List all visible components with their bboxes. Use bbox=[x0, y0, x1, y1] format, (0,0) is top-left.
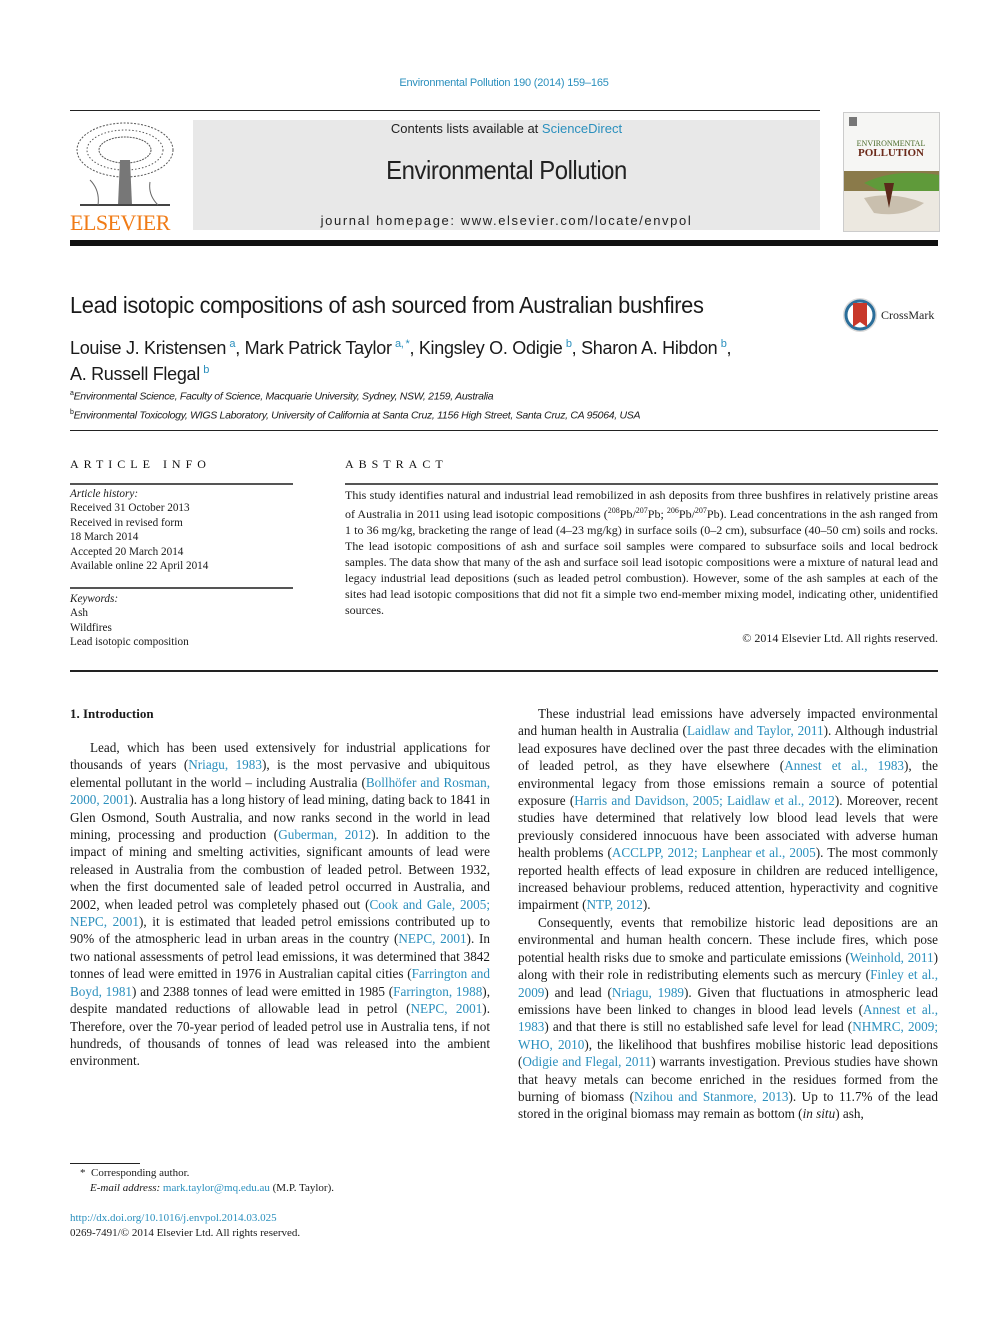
keyword: Wildfires bbox=[70, 621, 112, 634]
corresponding-author-note: Corresponding author. bbox=[91, 1167, 190, 1179]
doi-block: http://dx.doi.org/10.1016/j.envpol.2014.… bbox=[70, 1211, 300, 1241]
citation-link[interactable]: Nriagu, 1983 bbox=[188, 757, 262, 772]
paragraph: Consequently, events that remobilize his… bbox=[518, 914, 939, 1122]
affiliation-text: Environmental Toxicology, WIGS Laborator… bbox=[73, 409, 641, 421]
citation-link[interactable]: ACCLPP, 2012; Lanphear et al., 2005 bbox=[612, 845, 816, 860]
divider bbox=[70, 587, 293, 589]
history-item: Received in revised form bbox=[70, 516, 183, 529]
author-affiliation-mark[interactable]: b bbox=[721, 338, 727, 350]
journal-reference-link[interactable]: Environmental Pollution 190 (2014) 159–1… bbox=[0, 77, 992, 89]
copyright-notice: © 2014 Elsevier Ltd. All rights reserved… bbox=[742, 631, 938, 645]
journal-title: Environmental Pollution bbox=[386, 155, 627, 185]
author-name[interactable]: Louise J. Kristensen bbox=[70, 338, 226, 358]
history-item: Received 31 October 2013 bbox=[70, 502, 190, 515]
affiliation-item: bEnvironmental Toxicology, WIGS Laborato… bbox=[70, 405, 641, 424]
crossmark-icon bbox=[843, 298, 877, 332]
citation-link[interactable]: Laidlaw and Taylor, 2011 bbox=[687, 723, 824, 738]
author-affiliation-mark[interactable]: b bbox=[566, 338, 572, 350]
citation-link[interactable]: Nriagu, 1989 bbox=[612, 985, 684, 1000]
keywords: Keywords: Ash Wildfires Lead isotopic co… bbox=[70, 592, 293, 650]
history-item: Available online 22 April 2014 bbox=[70, 560, 209, 573]
abstract-text: This study identifies natural and indust… bbox=[345, 488, 939, 617]
affiliations: aEnvironmental Science, Faculty of Scien… bbox=[70, 386, 641, 424]
journal-cover-image[interactable]: ENVIRONMENTAL POLLUTION bbox=[843, 112, 940, 232]
sciencedirect-link[interactable]: ScienceDirect bbox=[542, 121, 622, 136]
author-name[interactable]: Kingsley O. Odigie bbox=[419, 338, 563, 358]
divider bbox=[70, 430, 938, 431]
journal-homepage-link[interactable]: journal homepage: www.elsevier.com/locat… bbox=[193, 213, 820, 228]
citation-link[interactable]: Nzihou and Stanmore, 2013 bbox=[634, 1089, 788, 1104]
body-column-left: Lead, which has been used extensively fo… bbox=[70, 739, 490, 1070]
citation-link[interactable]: NTP, 2012 bbox=[586, 897, 642, 912]
divider bbox=[70, 670, 938, 672]
contents-prefix: Contents lists available at bbox=[390, 121, 542, 136]
email-owner: (M.P. Taylor). bbox=[269, 1182, 334, 1194]
author-name[interactable]: A. Russell Flegal bbox=[70, 364, 200, 384]
citation-link[interactable]: Guberman, 2012 bbox=[278, 827, 371, 842]
citation-link[interactable]: Weinhold, 2011 bbox=[850, 950, 934, 965]
tree-icon bbox=[70, 120, 180, 210]
cover-art-icon: ENVIRONMENTAL POLLUTION bbox=[844, 113, 939, 231]
article-history: Article history: Received 31 October 201… bbox=[70, 487, 293, 573]
cover-title-line2: POLLUTION bbox=[858, 147, 924, 159]
author-affiliation-mark[interactable]: b bbox=[203, 364, 209, 376]
crossmark-label: CrossMark bbox=[881, 308, 935, 322]
keyword: Lead isotopic composition bbox=[70, 636, 189, 649]
citation-link[interactable]: Annest et al., 1983 bbox=[784, 758, 904, 773]
divider bbox=[345, 483, 938, 485]
header-thick-rule bbox=[70, 240, 938, 246]
issn-copyright: 0269-7491/© 2014 Elsevier Ltd. All right… bbox=[70, 1227, 301, 1239]
author-name[interactable]: Sharon A. Hibdon bbox=[581, 338, 718, 358]
footnote-rule bbox=[70, 1163, 140, 1164]
doi-link[interactable]: http://dx.doi.org/10.1016/j.envpol.2014.… bbox=[70, 1212, 277, 1224]
elsevier-wordmark: ELSEVIER bbox=[70, 210, 170, 235]
author-list: Louise J. Kristensen a, Mark Patrick Tay… bbox=[70, 338, 732, 384]
history-item: Accepted 20 March 2014 bbox=[70, 545, 184, 558]
crossmark-button[interactable]: CrossMark bbox=[842, 296, 942, 334]
section-heading: 1. Introduction bbox=[70, 706, 154, 721]
citation-link[interactable]: NEPC, 2001 bbox=[398, 931, 466, 946]
header-rule bbox=[70, 110, 820, 111]
author-affiliation-mark[interactable]: a bbox=[229, 338, 235, 350]
footnote-marker: * bbox=[80, 1167, 86, 1179]
citation-link[interactable]: Farrington, 1988 bbox=[393, 984, 482, 999]
email-link[interactable]: mark.taylor@mq.edu.au bbox=[163, 1182, 270, 1194]
article-title: Lead isotopic compositions of ash source… bbox=[70, 292, 704, 318]
affiliation-item: aEnvironmental Science, Faculty of Scien… bbox=[70, 386, 640, 405]
citation-link[interactable]: Harris and Davidson, 2005; Laidlaw et al… bbox=[574, 793, 835, 808]
article-info-heading: ARTICLE INFO bbox=[70, 457, 211, 471]
paragraph: These industrial lead emissions have adv… bbox=[518, 706, 938, 913]
body-column-right: These industrial lead emissions have adv… bbox=[518, 705, 938, 1123]
citation-link[interactable]: Odigie and Flegal, 2011 bbox=[522, 1054, 651, 1069]
paragraph: Lead, which has been used extensively fo… bbox=[70, 740, 491, 1069]
citation-link[interactable]: NEPC, 2001 bbox=[411, 1001, 483, 1016]
abstract-heading: ABSTRACT bbox=[345, 457, 448, 471]
footnote: * Corresponding author. E-mail address: … bbox=[70, 1166, 490, 1196]
contents-line: Contents lists available at ScienceDirec… bbox=[193, 121, 820, 136]
history-item: 18 March 2014 bbox=[70, 531, 139, 544]
affiliation-text: Environmental Science, Faculty of Scienc… bbox=[73, 390, 494, 403]
history-label: Article history: bbox=[70, 488, 139, 500]
author-affiliation-mark[interactable]: a, * bbox=[395, 338, 410, 350]
keywords-label: Keywords: bbox=[70, 593, 119, 605]
keyword: Ash bbox=[70, 607, 89, 620]
email-label: E-mail address: bbox=[90, 1182, 161, 1194]
author-name[interactable]: Mark Patrick Taylor bbox=[245, 338, 392, 358]
divider bbox=[70, 483, 293, 485]
